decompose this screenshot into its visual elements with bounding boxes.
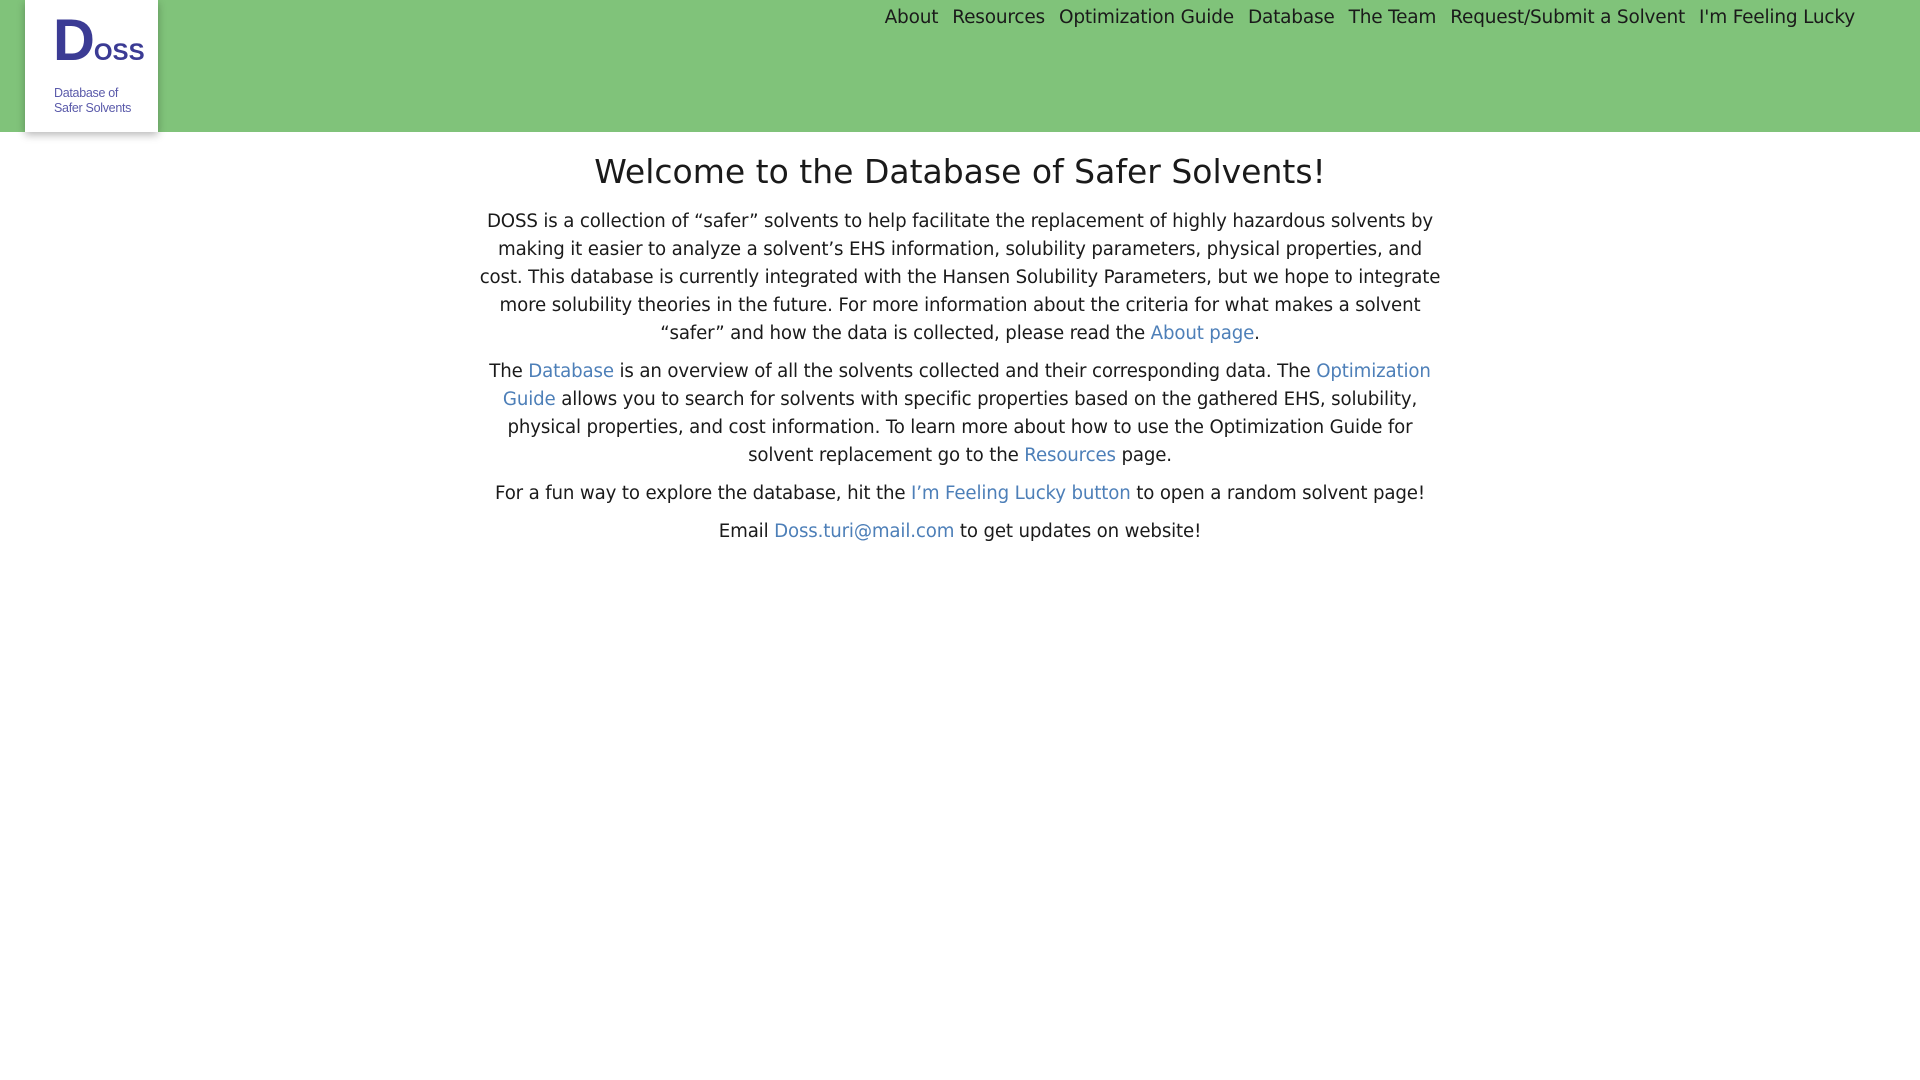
database-text-mid2: allows you to search for solvents with s…	[507, 389, 1418, 466]
logo-subtitle-line2: Safer Solvents	[54, 101, 132, 115]
lucky-text-end: to open a random solvent page!	[1130, 483, 1425, 504]
logo-mark-oss: OSS	[93, 39, 145, 66]
nav-the-team[interactable]: The Team	[1342, 7, 1444, 29]
lucky-text-start: For a fun way to explore the database, h…	[495, 483, 911, 504]
database-text-end: page.	[1115, 445, 1172, 466]
database-paragraph: The Database is an overview of all the s…	[475, 358, 1445, 470]
main-content: Welcome to the Database of Safer Solvent…	[475, 148, 1445, 556]
nav-database[interactable]: Database	[1241, 7, 1342, 29]
nav-optimization-guide[interactable]: Optimization Guide	[1052, 7, 1241, 29]
email-text-start: Email	[718, 521, 775, 542]
email-link[interactable]: Doss.turi@mail.com	[774, 521, 954, 542]
database-link[interactable]: Database	[528, 361, 614, 382]
logo-subtitle: Database of Safer Solvents	[54, 86, 131, 116]
nav-about[interactable]: About	[878, 7, 946, 29]
logo-subtitle-line1: Database of	[54, 86, 119, 100]
logo-mark-d: D	[53, 8, 95, 73]
database-text-mid1: is an overview of all the solvents colle…	[613, 361, 1317, 382]
intro-text-end: .	[1254, 323, 1260, 344]
doss-logo-mark: DOSS	[53, 12, 145, 70]
nav-request-submit-solvent[interactable]: Request/Submit a Solvent	[1443, 7, 1692, 29]
database-text-start: The	[489, 361, 529, 382]
page-title: Welcome to the Database of Safer Solvent…	[594, 152, 1326, 191]
intro-paragraph: DOSS is a collection of “safer” solvents…	[475, 208, 1445, 348]
doss-logo-link[interactable]: DOSS Database of Safer Solvents	[25, 0, 158, 132]
intro-text: DOSS is a collection of “safer” solvents…	[479, 211, 1441, 344]
lucky-paragraph: For a fun way to explore the database, h…	[475, 480, 1445, 508]
email-text-end: to get updates on website!	[954, 521, 1202, 542]
header-bar: DOSS Database of Safer Solvents About Re…	[0, 0, 1920, 132]
nav-resources[interactable]: Resources	[945, 7, 1052, 29]
top-nav: About Resources Optimization Guide Datab…	[878, 7, 1862, 29]
feeling-lucky-link[interactable]: I’m Feeling Lucky button	[911, 483, 1131, 504]
email-paragraph: Email Doss.turi@mail.com to get updates …	[475, 518, 1445, 546]
resources-link[interactable]: Resources	[1024, 445, 1116, 466]
nav-feeling-lucky[interactable]: I'm Feeling Lucky	[1692, 7, 1862, 29]
about-page-link[interactable]: About page	[1151, 323, 1255, 344]
